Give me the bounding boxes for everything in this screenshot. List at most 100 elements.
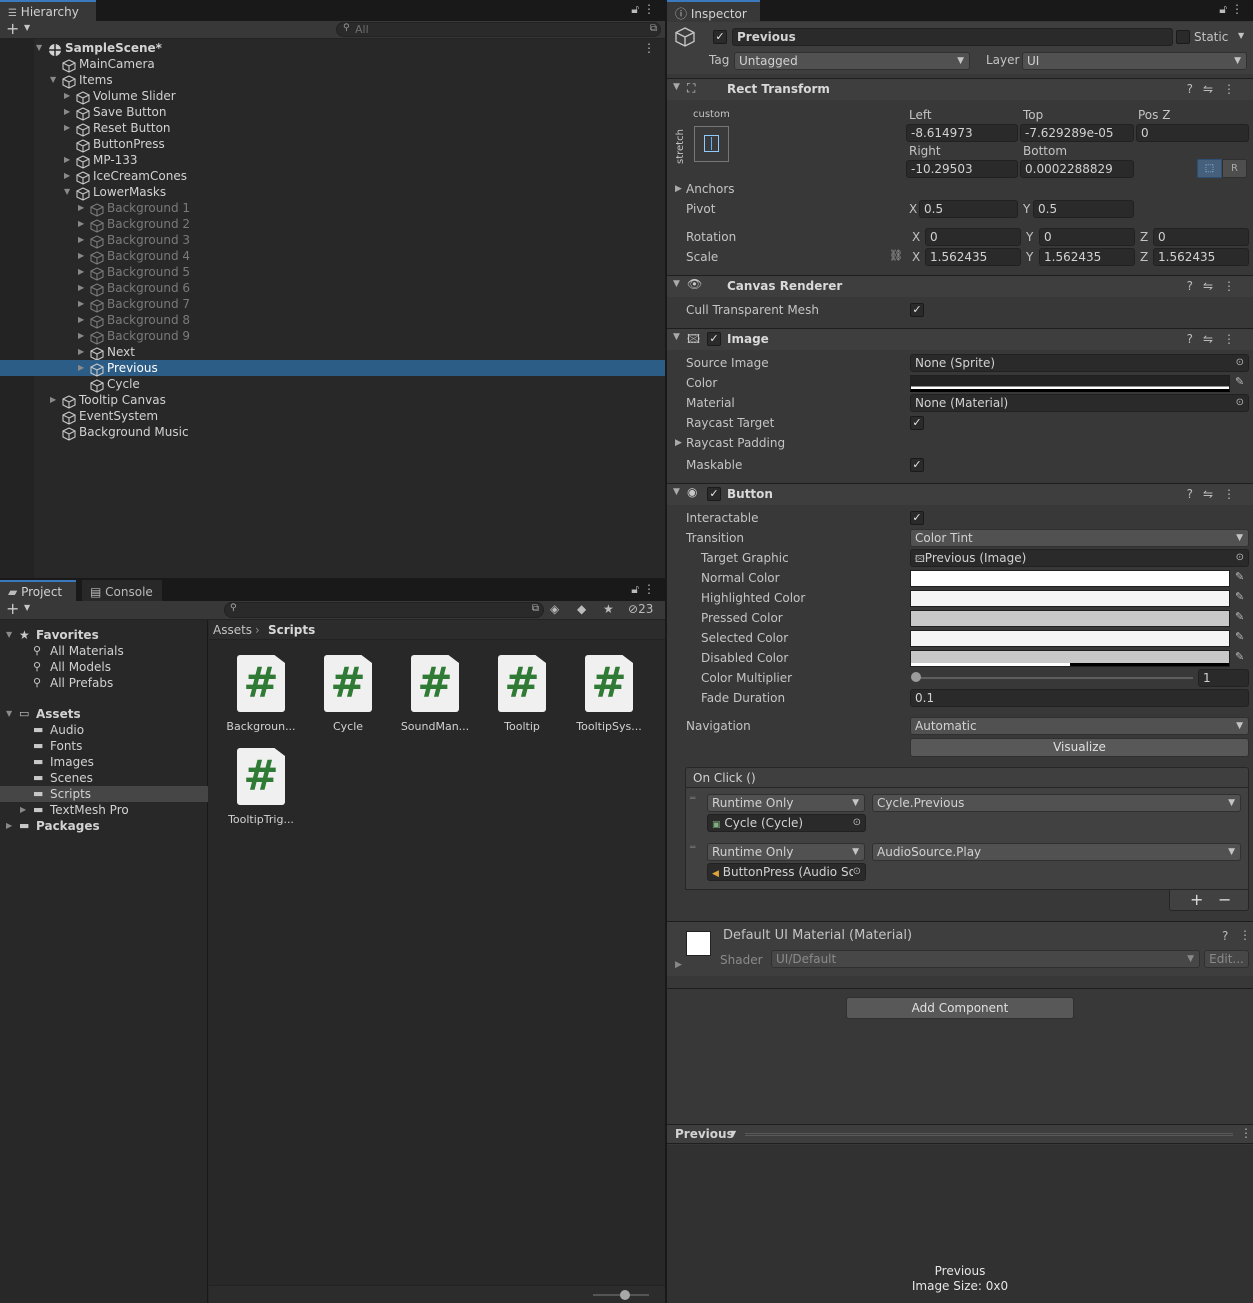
left-field[interactable]: -8.614973 xyxy=(906,124,1018,142)
presets-icon[interactable]: ⇋ xyxy=(1203,279,1223,293)
folder-tree-item[interactable]: ▬ Scenes xyxy=(0,770,208,786)
scale-y-field[interactable]: 1.562435 xyxy=(1039,248,1135,266)
foldout-right-icon[interactable]: ▶ xyxy=(64,168,74,184)
scale-x-field[interactable]: 1.562435 xyxy=(925,248,1021,266)
foldout-right-icon[interactable]: ▶ xyxy=(78,200,88,216)
folder-tree-item[interactable]: ▬ Fonts xyxy=(0,738,208,754)
drag-handle-icon[interactable]: ═ xyxy=(690,794,695,804)
favorite-star-icon[interactable]: ★ xyxy=(603,602,614,616)
script-asset[interactable]: # SoundMan... xyxy=(391,655,479,733)
folder-tree-item[interactable]: ▼ ▭ Assets xyxy=(0,706,208,722)
color-multiplier-slider-track[interactable] xyxy=(916,677,1193,679)
tab-inspector[interactable]: ⓘ Inspector xyxy=(667,0,760,21)
raycast-target-checkbox[interactable]: ✓ xyxy=(910,416,924,430)
pivot-y-field[interactable]: 0.5 xyxy=(1033,200,1134,218)
lock-icon[interactable]: 🔓︎ xyxy=(1219,2,1227,17)
event-function-dropdown[interactable]: AudioSource.Play ▼ xyxy=(872,843,1241,861)
hierarchy-item[interactable]: ▶ Background 4 xyxy=(0,248,665,265)
foldout-right-icon[interactable]: ▶ xyxy=(675,960,682,970)
foldout-right-icon[interactable]: ▶ xyxy=(64,88,74,104)
more-options-icon[interactable]: ⋮ xyxy=(643,582,655,596)
hidden-packages-icon[interactable]: ⊘23 xyxy=(628,602,653,616)
rotation-y-field[interactable]: 0 xyxy=(1039,228,1135,246)
rotation-x-field[interactable]: 0 xyxy=(925,228,1021,246)
component-menu-icon[interactable]: ⋮ xyxy=(1223,279,1245,293)
scene-menu-icon[interactable]: ⋮ xyxy=(643,40,655,56)
foldout-right-icon[interactable]: ▶ xyxy=(675,438,682,448)
eyedropper-icon[interactable]: ✎ xyxy=(1235,650,1249,663)
scale-z-field[interactable]: 1.562435 xyxy=(1153,248,1249,266)
cull-checkbox[interactable]: ✓ xyxy=(910,303,924,317)
hierarchy-item[interactable]: ▶ Tooltip Canvas xyxy=(0,392,665,409)
hierarchy-item[interactable]: ▶ IceCreamCones xyxy=(0,168,665,185)
hierarchy-item[interactable]: ▶ Reset Button xyxy=(0,120,665,137)
hierarchy-item[interactable]: ▼ LowerMasks xyxy=(0,184,665,201)
create-plus-icon[interactable]: + xyxy=(6,601,19,617)
eyedropper-icon[interactable]: ✎ xyxy=(1235,610,1249,623)
script-asset[interactable]: # TooltipSys... xyxy=(565,655,653,733)
foldout-right-icon[interactable]: ▶ xyxy=(675,184,682,194)
component-menu-icon[interactable]: ⋮ xyxy=(1223,332,1245,346)
filter-type-icon[interactable]: ◈ xyxy=(550,602,559,616)
canvas-renderer-header[interactable]: ▼ 👁︎ Canvas Renderer ?⇋⋮ xyxy=(667,275,1253,297)
folder-tree-item[interactable]: ▬ Images xyxy=(0,754,208,770)
create-chevron-down-icon[interactable]: ▼ xyxy=(24,23,30,32)
foldout-down-icon[interactable]: ▼ xyxy=(50,72,60,88)
selected-color-swatch[interactable] xyxy=(910,630,1230,647)
tab-project[interactable]: ▰ Project xyxy=(0,580,76,601)
constrain-link-icon[interactable]: ⛓ xyxy=(889,249,903,262)
right-field[interactable]: -10.29503 xyxy=(906,160,1018,178)
add-component-button[interactable]: Add Component xyxy=(846,997,1074,1019)
foldout-right-icon[interactable]: ▶ xyxy=(78,280,88,296)
folder-tree-item[interactable]: ⚲ All Materials xyxy=(0,643,208,659)
component-menu-icon[interactable]: ⋮ xyxy=(1239,928,1251,942)
foldout-down-icon[interactable]: ▼ xyxy=(673,82,680,92)
anchor-presets-button[interactable] xyxy=(694,126,729,162)
component-menu-icon[interactable]: ⋮ xyxy=(1223,82,1245,96)
folder-tree-item[interactable]: ▬ Audio xyxy=(0,722,208,738)
hierarchy-item[interactable]: ▶ Background 1 xyxy=(0,200,665,217)
eyedropper-icon[interactable]: ✎ xyxy=(1235,570,1249,583)
rotation-z-field[interactable]: 0 xyxy=(1153,228,1249,246)
button-header[interactable]: ▼ ◉ ✓ Button ?⇋⋮ xyxy=(667,483,1253,505)
presets-icon[interactable]: ⇋ xyxy=(1203,82,1223,96)
hierarchy-item[interactable]: Background Music xyxy=(0,424,665,441)
foldout-right-icon[interactable]: ▶ xyxy=(78,328,88,344)
help-icon[interactable]: ? xyxy=(1187,279,1203,293)
help-icon[interactable]: ? xyxy=(1187,82,1203,96)
top-field[interactable]: -7.629289e-05 xyxy=(1020,124,1134,142)
hierarchy-item[interactable]: ▶ Background 3 xyxy=(0,232,665,249)
event-mode-dropdown[interactable]: Runtime Only ▼ xyxy=(707,794,865,812)
foldout-right-icon[interactable]: ▶ xyxy=(6,818,12,834)
lock-icon[interactable]: 🔓︎ xyxy=(631,2,639,17)
script-asset[interactable]: # TooltipTrig... xyxy=(217,748,305,826)
foldout-right-icon[interactable]: ▶ xyxy=(64,152,74,168)
foldout-right-icon[interactable]: ▶ xyxy=(50,392,60,408)
help-icon[interactable]: ? xyxy=(1222,929,1228,943)
event-function-dropdown[interactable]: Cycle.Previous ▼ xyxy=(872,794,1241,812)
tag-dropdown[interactable]: Untagged ▼ xyxy=(734,52,970,70)
hierarchy-item[interactable]: ▶ Background 6 xyxy=(0,280,665,297)
static-chevron-down-icon[interactable]: ▼ xyxy=(1238,31,1244,40)
edit-shader-button[interactable]: Edit... xyxy=(1204,950,1249,968)
normal-color-swatch[interactable] xyxy=(910,570,1230,587)
hierarchy-item[interactable]: ▶ Background 2 xyxy=(0,216,665,233)
bottom-field[interactable]: 0.0002288829 xyxy=(1020,160,1134,178)
preview-resize-handle[interactable] xyxy=(745,1133,1233,1136)
hierarchy-item[interactable]: ButtonPress xyxy=(0,136,665,153)
hierarchy-item[interactable]: ▼ SampleScene* ⋮ xyxy=(0,40,665,56)
hierarchy-item[interactable]: ▶ Volume Slider xyxy=(0,88,665,105)
anchors-label[interactable]: Anchors xyxy=(686,182,735,196)
drag-handle-icon[interactable]: ═ xyxy=(690,843,695,853)
filter-label-icon[interactable]: ◆ xyxy=(577,602,586,616)
foldout-down-icon[interactable]: ▼ xyxy=(64,184,74,200)
hierarchy-item[interactable]: ▶ Next xyxy=(0,344,665,361)
folder-tree-item[interactable]: ⚲ All Models xyxy=(0,659,208,675)
help-icon[interactable]: ? xyxy=(1187,332,1203,346)
component-menu-icon[interactable]: ⋮ xyxy=(1223,487,1245,501)
foldout-right-icon[interactable]: ▶ xyxy=(78,344,88,360)
create-plus-icon[interactable]: + xyxy=(6,21,19,37)
breadcrumb-scripts[interactable]: Scripts xyxy=(268,623,315,637)
script-asset[interactable]: # Cycle xyxy=(304,655,392,733)
remove-event-minus-icon[interactable]: − xyxy=(1218,890,1231,909)
